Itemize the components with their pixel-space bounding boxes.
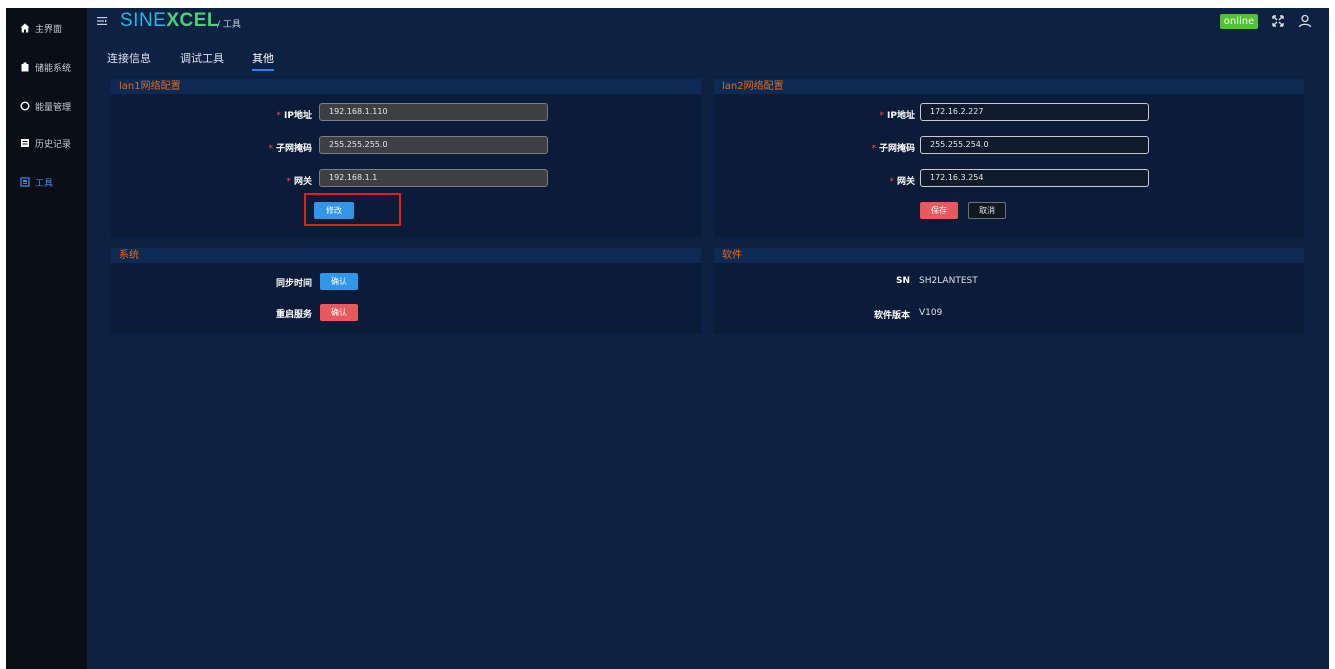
lan2-cancel-button[interactable]: 取消 — [968, 202, 1006, 219]
lan2-save-button[interactable]: 保存 — [920, 202, 958, 219]
toolbox-icon — [20, 177, 30, 187]
breadcrumb-current: 工具 — [222, 20, 241, 30]
sidebar-item-label: 工具 — [35, 178, 54, 189]
sidebar-item-label: 主界面 — [35, 24, 63, 35]
software-version-value: V109 — [919, 308, 943, 318]
active-tab-indicator — [252, 69, 274, 71]
home-icon — [20, 23, 30, 33]
lan2-gateway-input[interactable]: 172.16.3.254 — [920, 169, 1149, 187]
lan1-gateway-label: * 网关 — [286, 177, 312, 187]
sidebar-item-home[interactable]: 主界面 — [6, 17, 87, 39]
lan1-ip-label: * IP地址 — [276, 111, 312, 121]
sync-time-label: 同步时间 — [275, 279, 312, 289]
power-icon — [20, 101, 30, 111]
sync-time-confirm-button[interactable]: 确认 — [320, 273, 358, 290]
breadcrumb: / 工具 — [217, 17, 241, 30]
battery-icon — [20, 62, 30, 72]
fullscreen-icon[interactable] — [1271, 14, 1285, 28]
sidebar-item-tools[interactable]: 工具 — [6, 171, 87, 193]
lan2-mask-label: * 子网掩码 — [871, 144, 915, 154]
menu-fold-icon[interactable] — [96, 15, 108, 27]
tab-debug-tools[interactable]: 调试工具 — [180, 50, 224, 66]
lan2-gateway-label: * 网关 — [889, 177, 915, 187]
software-version-label: 软件版本 — [873, 311, 910, 321]
system-panel-title: 系统 — [111, 248, 701, 263]
breadcrumb-separator: / — [217, 20, 221, 30]
sidebar-item-label: 储能系统 — [35, 63, 72, 74]
restart-service-label: 重启服务 — [275, 310, 312, 320]
record-icon — [20, 138, 30, 148]
lan1-gateway-input[interactable]: 192.168.1.1 — [319, 169, 548, 187]
sidebar-item-label: 能量管理 — [35, 102, 72, 113]
software-panel: 软件 — [714, 248, 1304, 334]
sidebar-item-energy-management[interactable]: 能量管理 — [6, 95, 87, 117]
lan1-ip-input[interactable]: 192.168.1.110 — [319, 103, 548, 121]
software-panel-title: 软件 — [714, 248, 1304, 263]
lan1-mask-label: * 子网掩码 — [268, 144, 312, 154]
system-panel: 系统 — [111, 248, 701, 334]
tab-connection-info[interactable]: 连接信息 — [107, 50, 151, 66]
user-icon[interactable] — [1298, 14, 1312, 28]
lan1-panel-title: lan1网络配置 — [111, 79, 701, 94]
logo: SINEXCEL — [120, 10, 220, 31]
sn-label: SN — [895, 276, 910, 286]
restart-service-confirm-button[interactable]: 确认 — [320, 304, 358, 321]
lan2-mask-input[interactable]: 255.255.254.0 — [920, 136, 1149, 154]
sn-value: SH2LANTEST — [919, 276, 978, 286]
modify-button-highlight-box — [304, 193, 401, 226]
sidebar-item-label: 历史记录 — [35, 139, 72, 150]
sidebar-item-history[interactable]: 历史记录 — [6, 132, 87, 154]
header-bar: SINEXCEL / 工具 online — [87, 8, 1329, 36]
lan2-ip-input[interactable]: 172.16.2.227 — [920, 103, 1149, 121]
lan2-ip-label: * IP地址 — [879, 111, 915, 121]
app-frame: 主界面 储能系统 能量管理 历史记录 工具 SINEXCEL / 工具 onli… — [6, 8, 1329, 669]
sidebar-item-energy-storage[interactable]: 储能系统 — [6, 56, 87, 78]
sidebar: 主界面 储能系统 能量管理 历史记录 工具 — [6, 8, 87, 669]
lan2-panel-title: lan2网络配置 — [714, 79, 1304, 94]
lan1-mask-input[interactable]: 255.255.255.0 — [319, 136, 548, 154]
tab-other[interactable]: 其他 — [252, 50, 274, 66]
online-status-badge: online — [1220, 14, 1258, 29]
